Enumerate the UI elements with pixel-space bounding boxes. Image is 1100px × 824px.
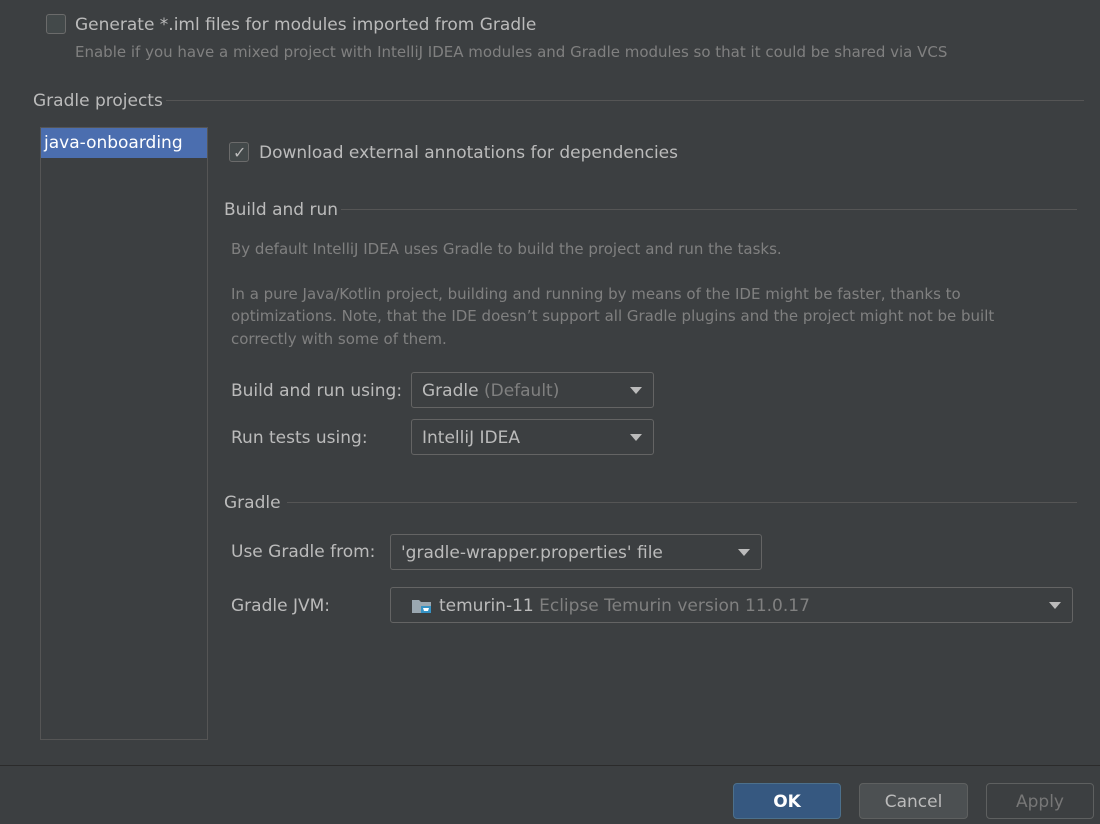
gradle-jvm-name: temurin-11: [439, 596, 534, 616]
iml-files-hint: Enable if you have a mixed project with …: [75, 43, 948, 61]
gradle-projects-list[interactable]: java-onboarding: [40, 127, 208, 740]
iml-files-checkbox-label[interactable]: Generate *.iml files for modules importe…: [75, 15, 536, 35]
build-and-run-description-2-line-2: optimizations. Note, that the IDE doesn’…: [231, 307, 995, 325]
gradle-separator: [287, 502, 1077, 503]
chevron-down-icon: [630, 434, 642, 441]
build-using-default-suffix: (Default): [483, 381, 560, 401]
apply-button[interactable]: Apply: [986, 783, 1094, 819]
tests-using-label: Run tests using:: [231, 428, 368, 448]
gradle-jvm-label: Gradle JVM:: [231, 596, 330, 616]
gradle-jvm-combo[interactable]: temurin-11 Eclipse Temurin version 11.0.…: [390, 587, 1073, 623]
build-using-value: Gradle: [422, 381, 479, 401]
gradle-title: Gradle: [224, 493, 281, 513]
chevron-down-icon: [738, 549, 750, 556]
cancel-button[interactable]: Cancel: [859, 783, 968, 819]
use-gradle-from-value: 'gradle-wrapper.properties' file: [401, 543, 663, 563]
build-and-run-title: Build and run: [224, 200, 339, 220]
footer-separator: [0, 765, 1100, 766]
ok-button[interactable]: OK: [733, 783, 841, 819]
gradle-projects-title: Gradle projects: [33, 91, 163, 111]
chevron-down-icon: [630, 387, 642, 394]
iml-files-checkbox[interactable]: [46, 14, 66, 34]
tests-using-combo[interactable]: IntelliJ IDEA: [411, 419, 654, 455]
download-annotations-checkbox[interactable]: ✓: [229, 142, 249, 162]
gradle-projects-separator: [166, 100, 1084, 101]
checkmark-icon: ✓: [233, 143, 247, 162]
use-gradle-from-combo[interactable]: 'gradle-wrapper.properties' file: [390, 534, 762, 570]
build-and-run-description-2-line-3: correctly with some of them.: [231, 330, 447, 348]
build-using-combo[interactable]: Gradle (Default): [411, 372, 654, 408]
build-and-run-separator: [341, 209, 1077, 210]
build-and-run-description-1: By default IntelliJ IDEA uses Gradle to …: [231, 240, 782, 258]
gradle-jvm-detail: Eclipse Temurin version 11.0.17: [539, 596, 810, 616]
build-using-label: Build and run using:: [231, 381, 403, 401]
jdk-folder-icon: [412, 600, 431, 613]
download-annotations-label[interactable]: Download external annotations for depend…: [259, 143, 678, 163]
tests-using-value: IntelliJ IDEA: [422, 428, 520, 448]
build-and-run-description-2-line-1: In a pure Java/Kotlin project, building …: [231, 285, 961, 303]
chevron-down-icon: [1049, 602, 1061, 609]
list-item-java-onboarding[interactable]: java-onboarding: [41, 128, 207, 158]
use-gradle-from-label: Use Gradle from:: [231, 542, 376, 562]
